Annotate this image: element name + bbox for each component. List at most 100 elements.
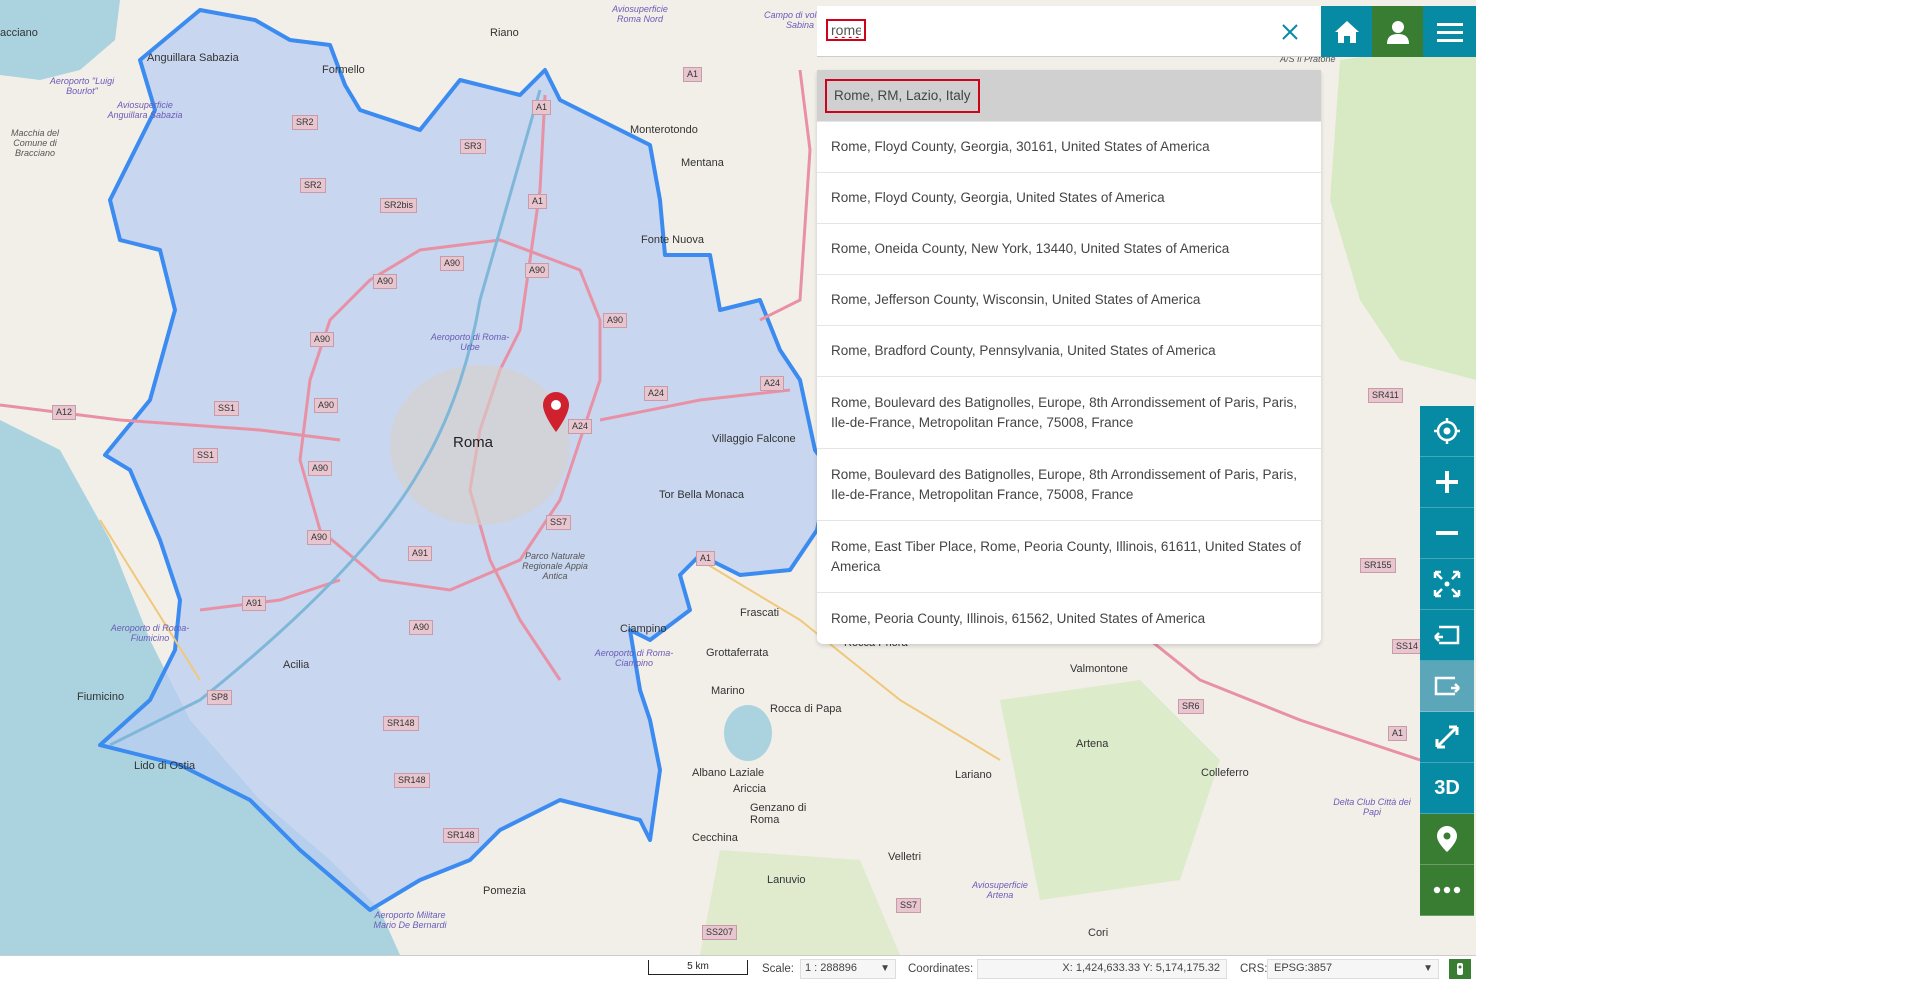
search-result-label: Rome, East Tiber Place, Rome, Peoria Cou… (831, 538, 1301, 574)
next-view-button[interactable] (1420, 661, 1474, 712)
map-marker-tool-button[interactable] (1420, 814, 1474, 865)
road-shield: A90 (310, 332, 335, 347)
map-label-place: Velletri (888, 851, 922, 863)
previous-view-icon (1434, 625, 1460, 645)
main-menu-button[interactable] (1423, 6, 1476, 57)
scale-label: Scale: (762, 963, 794, 975)
map-label-place: Pomezia (483, 885, 526, 897)
map-label-place: Lanuvio (767, 874, 806, 886)
map-label-place: Colleferro (1201, 767, 1249, 779)
search-result-item[interactable]: Rome, Boulevard des Batignolles, Europe,… (817, 449, 1321, 521)
search-result-item[interactable]: Rome, Floyd County, Georgia, 30161, Unit… (817, 122, 1321, 173)
road-shield: SS1 (214, 401, 240, 416)
map-label-place: Ariccia (733, 783, 767, 795)
home-button[interactable] (1321, 6, 1372, 57)
map-label-place: Fiumicino (77, 691, 125, 703)
search-results-list: Rome, RM, Lazio, Italy Rome, Floyd Count… (817, 70, 1321, 644)
search-result-label: Rome, Bradford County, Pennsylvania, Uni… (831, 343, 1216, 358)
zoom-to-extent-button[interactable] (1420, 559, 1474, 610)
road-shield: SR148 (394, 773, 430, 788)
dropdown-caret-icon: ▼ (880, 963, 890, 974)
road-shield: A90 (603, 313, 628, 328)
map-footer: 5 km Scale: 1 : 288896 ▼ Coordinates: X:… (0, 955, 1476, 982)
map-label-airport: Aviosuperficie Artena (972, 880, 1028, 900)
road-shield: A24 (568, 419, 593, 434)
map-label-place: Acilia (283, 659, 310, 671)
map-label-place: Rocca di Papa (770, 703, 842, 715)
search-bar (817, 6, 1321, 57)
map-label-place: Anguillara Sabazia (147, 52, 239, 64)
map-label-place: Grottaferrata (706, 647, 769, 659)
map-label-airport: Aeroporto di Roma-Fiumicino (110, 623, 190, 643)
zoom-to-extent-icon (1433, 570, 1461, 598)
search-result-item[interactable]: Rome, Floyd County, Georgia, United Stat… (817, 173, 1321, 224)
close-icon[interactable] (1276, 18, 1304, 46)
map-marker-icon (1437, 826, 1457, 852)
search-result-label: Rome, Jefferson County, Wisconsin, Unite… (831, 292, 1201, 307)
road-shield: SS14 (1392, 639, 1423, 654)
road-shield: A90 (373, 274, 398, 289)
more-icon (1433, 886, 1461, 894)
search-result-item[interactable]: Rome, RM, Lazio, Italy (817, 70, 1321, 122)
footer-toggle-button[interactable] (1449, 959, 1471, 979)
road-shield: A12 (52, 405, 77, 420)
map-label-airport: Aviosuperficie Roma Nord (612, 4, 668, 24)
road-shield: SS7 (896, 898, 922, 913)
coordinates-readout: X: 1,424,633.33 Y: 5,174,175.32 (977, 959, 1227, 979)
scale-select[interactable]: 1 : 288896 ▼ (800, 959, 896, 979)
map-label-park: Parco Naturale Regionale Appia Antica (522, 551, 588, 581)
coordinates-label: Coordinates: (908, 963, 974, 975)
search-input[interactable] (826, 19, 866, 41)
road-shield: A90 (314, 398, 339, 413)
map-label-place: Marino (711, 685, 745, 697)
road-shield: A24 (644, 386, 669, 401)
search-result-item[interactable]: Rome, East Tiber Place, Rome, Peoria Cou… (817, 521, 1321, 593)
road-shield: SR411 (1368, 388, 1403, 403)
locate-icon (1434, 418, 1460, 444)
next-view-icon (1434, 676, 1460, 696)
user-login-button[interactable] (1372, 6, 1423, 57)
search-result-item[interactable]: Rome, Boulevard des Batignolles, Europe,… (817, 377, 1321, 449)
crs-label: CRS: (1240, 963, 1268, 975)
search-result-item[interactable]: Rome, Peoria County, Illinois, 61562, Un… (817, 593, 1321, 644)
search-result-label: Rome, RM, Lazio, Italy (825, 78, 980, 113)
road-shield: SR148 (443, 828, 479, 843)
search-result-item[interactable]: Rome, Jefferson County, Wisconsin, Unite… (817, 275, 1321, 326)
map-label-place: Albano Laziale (692, 767, 765, 779)
road-shield: A1 (532, 100, 552, 115)
map-label-airport: Aviosuperficie Anguillara Sabazia (107, 100, 183, 120)
road-shield: A90 (440, 256, 465, 271)
road-shield: A24 (760, 376, 785, 391)
road-shield: SR148 (383, 716, 419, 731)
search-result-label: Rome, Boulevard des Batignolles, Europe,… (831, 466, 1297, 502)
zoom-out-button[interactable] (1420, 508, 1474, 559)
map-label-place: Villaggio Falcone (712, 433, 796, 445)
previous-view-button[interactable] (1420, 610, 1474, 661)
map-marker-icon[interactable] (543, 392, 569, 432)
search-result-item[interactable]: Rome, Oneida County, New York, 13440, Un… (817, 224, 1321, 275)
scale-bar-label: 5 km (687, 961, 709, 972)
map-label-place: Mentana (681, 157, 724, 169)
map-label-airport: Aeroporto Militare Mario De Bernardi (373, 910, 447, 930)
zoom-in-button[interactable] (1420, 457, 1474, 508)
search-result-item[interactable]: Rome, Bradford County, Pennsylvania, Uni… (817, 326, 1321, 377)
road-shield: SR3 (460, 139, 486, 154)
zoom-out-icon (1436, 531, 1458, 535)
hamburger-menu-icon (1436, 22, 1463, 42)
road-shield: SS1 (193, 448, 219, 463)
map-label-place: Cori (1088, 927, 1109, 939)
fullscreen-button[interactable] (1420, 712, 1474, 763)
search-result-label: Rome, Oneida County, New York, 13440, Un… (831, 241, 1230, 256)
road-shield: A90 (307, 530, 332, 545)
3d-mode-button[interactable]: 3D (1420, 763, 1474, 814)
map-label-place: Genzano di Roma (750, 802, 807, 826)
road-shield: SS7 (546, 515, 572, 530)
crs-select[interactable]: EPSG:3857 ▼ (1267, 959, 1439, 979)
road-shield: A1 (528, 194, 548, 209)
map-label-forest: Macchia del Comune di Bracciano (10, 128, 60, 158)
road-shield: A90 (409, 620, 434, 635)
locate-button[interactable] (1420, 406, 1474, 457)
more-options-button[interactable] (1420, 865, 1474, 916)
user-icon (1386, 20, 1409, 44)
coordinates-value: X: 1,424,633.33 Y: 5,174,175.32 (1062, 962, 1220, 974)
